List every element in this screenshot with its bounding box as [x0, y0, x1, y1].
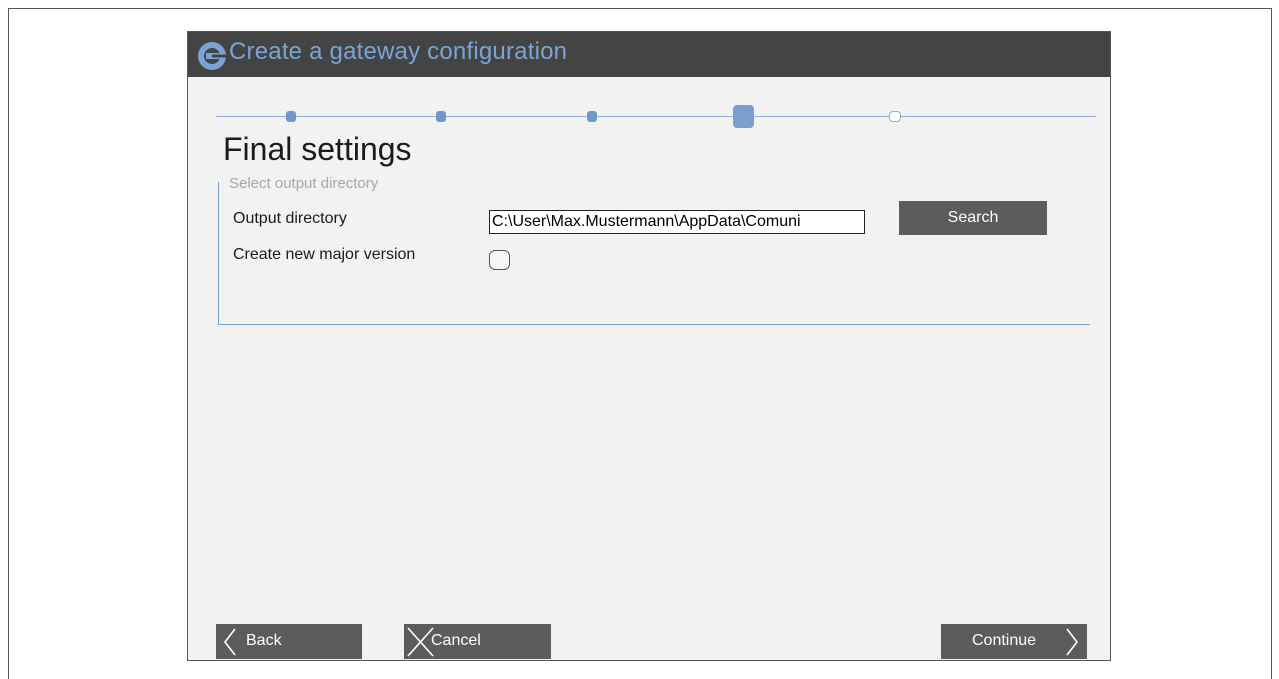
outer-frame-right [1271, 8, 1272, 679]
step-2-indicator [436, 111, 446, 122]
chevron-left-icon [223, 628, 236, 656]
title-bar: Create a gateway configuration [188, 32, 1110, 77]
step-5-indicator [889, 111, 901, 122]
continue-button[interactable]: Continue [941, 624, 1087, 659]
gateway-logo-icon [197, 41, 227, 71]
wizard-stepper [216, 103, 1096, 129]
major-version-label: Create new major version [233, 246, 416, 263]
step-4-indicator-current [733, 105, 754, 128]
page-title: Final settings [223, 131, 412, 167]
outer-frame-top [8, 8, 1272, 9]
output-directory-label: Output directory [233, 210, 347, 227]
cancel-button[interactable]: Cancel [404, 624, 551, 659]
step-1-indicator [286, 111, 296, 122]
back-label: Back [246, 632, 282, 649]
window-title: Create a gateway configuration [229, 38, 568, 65]
search-button[interactable]: Search [899, 201, 1047, 235]
continue-label: Continue [972, 632, 1037, 649]
outer-frame-left [8, 8, 9, 679]
group-legend: Select output directory [229, 175, 381, 192]
cancel-label: Cancel [431, 632, 481, 649]
back-button[interactable]: Back [216, 624, 362, 659]
major-version-checkbox[interactable] [489, 250, 510, 270]
chevron-right-icon [1066, 628, 1079, 656]
step-3-indicator [587, 111, 597, 122]
wizard-window: Create a gateway configuration Final set… [187, 31, 1111, 661]
output-directory-group: Select output directory Output directory… [218, 175, 1090, 325]
output-directory-input[interactable] [489, 210, 865, 234]
stepper-track [216, 116, 1096, 117]
